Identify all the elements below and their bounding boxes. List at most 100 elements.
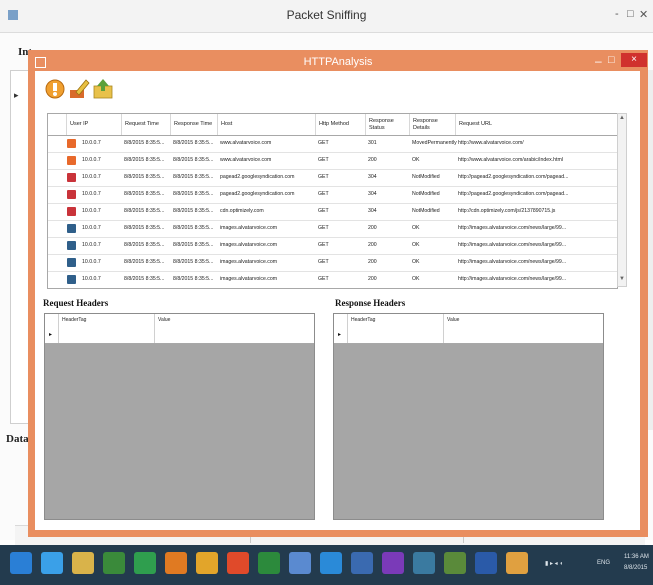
- grid-corner: [48, 114, 67, 135]
- red-status-icon: [67, 173, 76, 182]
- user-ip-cell: 10.0.0.7: [82, 191, 101, 197]
- request-time-cell: 8/8/2015 8:35:5...: [124, 225, 165, 231]
- app-icon-1[interactable]: [289, 552, 311, 574]
- column-http-method[interactable]: Http Method: [316, 114, 366, 135]
- table-row[interactable]: 10.0.0.7 8/8/2015 8:35:5... 8/8/2015 8:35:…: [48, 237, 617, 255]
- firefox-icon[interactable]: [196, 552, 218, 574]
- request-url-cell: http://images.alvatarvoice.com/news/larg…: [458, 259, 567, 265]
- minimize-button[interactable]: –: [595, 54, 602, 68]
- host-cell: pagead2.googlesyndication.com: [220, 191, 295, 197]
- table-row[interactable]: 10.0.0.7 8/8/2015 8:35:5... 8/8/2015 8:35:…: [48, 254, 617, 272]
- column-host[interactable]: Host: [218, 114, 316, 135]
- tray-icons[interactable]: ▮ ▸ ◂ ◖: [545, 560, 563, 567]
- grid-corner: [45, 314, 59, 327]
- response-status-cell: 200: [368, 259, 377, 265]
- request-time-cell: 8/8/2015 8:35:5...: [124, 157, 165, 163]
- word-icon[interactable]: [475, 552, 497, 574]
- response-details-cell: OK: [412, 259, 420, 265]
- java-icon[interactable]: [165, 552, 187, 574]
- column-response-time[interactable]: Response Time: [171, 114, 218, 135]
- column-response-status[interactable]: Response Status: [366, 114, 410, 135]
- column-value[interactable]: Value: [444, 314, 603, 327]
- http-method-cell: GET: [318, 157, 329, 163]
- blue-status-icon: [67, 241, 76, 250]
- column-response-details[interactable]: Response Details: [410, 114, 456, 135]
- column-user-ip[interactable]: User IP: [67, 114, 122, 135]
- grid-scrollbar[interactable]: [617, 113, 627, 287]
- save-button[interactable]: [92, 78, 114, 100]
- column-request-time[interactable]: Request Time: [122, 114, 171, 135]
- response-status-cell: 200: [368, 276, 377, 282]
- header-tag-cell[interactable]: [59, 327, 155, 343]
- minimize-button[interactable]: -: [615, 8, 619, 20]
- ie-icon[interactable]: [41, 552, 63, 574]
- host-cell: www.alvatarvoice.com: [220, 140, 272, 146]
- table-row[interactable]: 10.0.0.7 8/8/2015 8:35:5... 8/8/2015 8:35:…: [48, 186, 617, 204]
- packet-sniffing-title: Packet Sniffing: [286, 8, 367, 22]
- scroll-up-icon[interactable]: ▲: [619, 115, 625, 121]
- table-row[interactable]: 10.0.0.7 8/8/2015 8:35:5... 8/8/2015 8:35:…: [48, 169, 617, 187]
- explorer-icon[interactable]: [72, 552, 94, 574]
- user-ip-cell: 10.0.0.7: [82, 242, 101, 248]
- response-headers-new-row[interactable]: ▸: [334, 327, 603, 344]
- response-time-cell: 8/8/2015 8:35:5...: [173, 242, 214, 248]
- capture-button[interactable]: [44, 78, 66, 100]
- response-details-cell: OK: [412, 225, 420, 231]
- response-status-cell: 304: [368, 174, 377, 180]
- column-header-tag[interactable]: HeaderTag: [59, 314, 155, 327]
- tray-date[interactable]: 8/8/2015: [624, 565, 647, 571]
- store-icon[interactable]: [134, 552, 156, 574]
- column-request-url[interactable]: Request URL: [456, 114, 617, 135]
- app-icon-4[interactable]: [444, 552, 466, 574]
- chrome-icon[interactable]: [227, 552, 249, 574]
- response-headers-grid[interactable]: HeaderTag Value ▸: [333, 313, 604, 520]
- table-row[interactable]: 10.0.0.7 8/8/2015 8:35:5... 8/8/2015 8:35:…: [48, 220, 617, 238]
- tray-language[interactable]: ENG: [597, 560, 610, 566]
- column-header-tag[interactable]: HeaderTag: [348, 314, 444, 327]
- media-icon[interactable]: [103, 552, 125, 574]
- request-headers-grid[interactable]: HeaderTag Value ▸: [44, 313, 315, 520]
- value-cell[interactable]: [155, 327, 314, 343]
- response-time-cell: 8/8/2015 8:35:5...: [173, 276, 214, 282]
- visual-studio-icon[interactable]: [382, 552, 404, 574]
- response-time-cell: 8/8/2015 8:35:5...: [173, 140, 214, 146]
- data-label: Data: [6, 433, 29, 445]
- request-headers-new-row[interactable]: ▸: [45, 327, 314, 344]
- user-ip-cell: 10.0.0.7: [82, 157, 101, 163]
- response-details-cell: OK: [412, 157, 420, 163]
- response-status-cell: 304: [368, 208, 377, 214]
- column-value[interactable]: Value: [155, 314, 314, 327]
- host-cell: images.alvatarvoice.com: [220, 276, 278, 282]
- close-button[interactable]: ✕: [639, 8, 648, 21]
- http-traffic-grid[interactable]: User IP Request Time Response Time Host …: [47, 113, 618, 289]
- host-cell: pagead2.googlesyndication.com: [220, 174, 295, 180]
- edit-button[interactable]: [68, 78, 90, 100]
- table-row[interactable]: 10.0.0.7 8/8/2015 8:35:5... 8/8/2015 8:35:…: [48, 271, 617, 288]
- http-method-cell: GET: [318, 242, 329, 248]
- app-icon-2[interactable]: [320, 552, 342, 574]
- request-time-cell: 8/8/2015 8:35:5...: [124, 242, 165, 248]
- user-ip-cell: 10.0.0.7: [82, 276, 101, 282]
- start-icon[interactable]: [10, 552, 32, 574]
- maximize-button[interactable]: □: [608, 54, 615, 66]
- maximize-button[interactable]: □: [627, 8, 634, 20]
- http-method-cell: GET: [318, 208, 329, 214]
- close-button[interactable]: ×: [621, 53, 647, 67]
- table-row[interactable]: 10.0.0.7 8/8/2015 8:35:5... 8/8/2015 8:35:…: [48, 152, 617, 170]
- request-headers-header: HeaderTag Value: [45, 314, 314, 328]
- capture-icon: [45, 79, 65, 99]
- host-cell: images.alvatarvoice.com: [220, 242, 278, 248]
- table-row[interactable]: 10.0.0.7 8/8/2015 8:35:5... 8/8/2015 8:35:…: [48, 135, 617, 153]
- vs-icon[interactable]: [258, 552, 280, 574]
- app-icon-3[interactable]: [351, 552, 373, 574]
- app-icon-5[interactable]: [506, 552, 528, 574]
- tray-time[interactable]: 11:36 AM: [624, 554, 649, 560]
- table-row[interactable]: 10.0.0.7 8/8/2015 8:35:5... 8/8/2015 8:35:…: [48, 203, 617, 221]
- response-time-cell: 8/8/2015 8:35:5...: [173, 191, 214, 197]
- value-cell[interactable]: [444, 327, 603, 343]
- scroll-down-icon[interactable]: ▼: [619, 276, 625, 282]
- response-time-cell: 8/8/2015 8:35:5...: [173, 259, 214, 265]
- response-status-cell: 304: [368, 191, 377, 197]
- header-tag-cell[interactable]: [348, 327, 444, 343]
- paint-icon[interactable]: [413, 552, 435, 574]
